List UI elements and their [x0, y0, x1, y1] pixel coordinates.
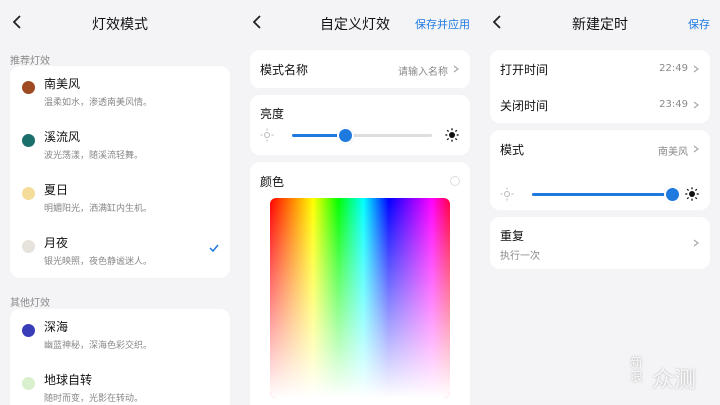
- color-dot-icon: [22, 377, 35, 390]
- repeat-label: 重复: [500, 229, 525, 243]
- mode-item[interactable]: 夏日 明媚阳光，洒满缸内生机。: [10, 172, 230, 225]
- mode-name: 夏日: [44, 183, 69, 197]
- color-dot-icon: [22, 187, 35, 200]
- page-title: 新建定时: [572, 17, 628, 33]
- mode-name: 深海: [44, 320, 69, 334]
- mode-name: 月夜: [44, 236, 69, 250]
- page-title: 自定义灯效: [320, 17, 390, 33]
- on-time-row[interactable]: 打开时间 22:49: [490, 50, 710, 86]
- color-dot-icon: [22, 134, 35, 147]
- mode-item[interactable]: 南美风 温柔如水，渗透南美风情。: [10, 66, 230, 119]
- off-time-value: 23:49: [659, 99, 688, 110]
- slider-fill: [532, 193, 672, 196]
- color-dot-icon: [22, 324, 35, 337]
- back-arrow-icon[interactable]: [8, 12, 28, 32]
- color-card: 颜色: [250, 162, 470, 405]
- mode-name-input[interactable]: 请输入名称: [398, 63, 448, 78]
- other-section-label: 其他灯效: [10, 298, 50, 309]
- repeat-row[interactable]: 重复 执行一次: [490, 217, 710, 269]
- watermark-brand: 新浪: [630, 356, 644, 385]
- brightness-card: 亮度: [250, 95, 470, 155]
- page-title: 灯效模式: [92, 17, 148, 33]
- color-label: 颜色: [260, 175, 285, 189]
- sun-dim-icon: [260, 128, 274, 142]
- mode-name: 地球自转: [44, 373, 93, 387]
- slider-knob[interactable]: [339, 129, 352, 142]
- sun-dim-icon: [500, 187, 514, 201]
- save-button[interactable]: 保存: [688, 16, 710, 32]
- mode-label: 模式: [500, 143, 525, 157]
- on-time-label: 打开时间: [500, 63, 549, 77]
- top-bar: 新建定时 保存: [480, 0, 720, 44]
- back-arrow-icon[interactable]: [488, 12, 508, 32]
- recommended-section-label: 推荐灯效: [10, 56, 50, 67]
- custom-light-panel: 自定义灯效 保存并应用 模式名称 请输入名称 亮度 颜色: [240, 0, 480, 405]
- recommended-list: 南美风 温柔如水，渗透南美风情。 溪流风 波光荡漾，随溪流轻舞。 夏日 明媚阳光…: [10, 66, 230, 278]
- mode-description: 明媚阳光，洒满缸内生机。: [44, 204, 153, 214]
- off-time-label: 关闭时间: [500, 99, 549, 113]
- new-timer-panel: 新建定时 保存 打开时间 22:49 关闭时间 23:49 模式 南美风 重复: [480, 0, 720, 405]
- top-bar: 自定义灯效 保存并应用: [240, 0, 480, 44]
- mode-card: 模式 南美风: [490, 130, 710, 210]
- on-time-value: 22:49: [659, 63, 688, 74]
- sun-bright-icon: [685, 187, 699, 201]
- sun-bright-icon: [445, 128, 459, 142]
- mode-description: 银光映照，夜色静谧迷人。: [44, 257, 153, 267]
- mode-item-selected[interactable]: 月夜 银光映照，夜色静谧迷人。: [10, 225, 230, 278]
- mode-description: 波光荡漾，随溪流轻舞。: [44, 151, 144, 161]
- mode-item[interactable]: 深海 幽蓝神秘，深海色彩交织。: [10, 309, 230, 362]
- chevron-right-icon: [693, 101, 699, 109]
- light-mode-panel: 灯效模式 推荐灯效 南美风 温柔如水，渗透南美风情。 溪流风 波光荡漾，随溪流轻…: [0, 0, 240, 405]
- chevron-right-icon: [453, 65, 459, 73]
- mode-value: 南美风: [658, 147, 688, 158]
- slider-knob[interactable]: [666, 188, 679, 201]
- mode-description: 温柔如水，渗透南美风情。: [44, 98, 153, 108]
- color-indicator-icon: [450, 176, 460, 186]
- time-card: 打开时间 22:49 关闭时间 23:49: [490, 50, 710, 123]
- repeat-value: 执行一次: [500, 251, 540, 262]
- color-dot-icon: [22, 81, 35, 94]
- mode-name: 溪流风: [44, 130, 81, 144]
- top-bar: 灯效模式: [0, 0, 240, 44]
- brightness-label: 亮度: [260, 107, 285, 121]
- chevron-right-icon: [693, 145, 699, 153]
- slider-fill: [292, 134, 345, 137]
- mode-item[interactable]: 地球自转 随时而变，光影在转动。: [10, 362, 230, 405]
- other-list: 深海 幽蓝神秘，深海色彩交织。 地球自转 随时而变，光影在转动。: [10, 309, 230, 405]
- back-arrow-icon[interactable]: [248, 12, 268, 32]
- chevron-right-icon: [693, 65, 699, 73]
- mode-name: 南美风: [44, 77, 81, 91]
- mode-description: 幽蓝神秘，深海色彩交织。: [44, 341, 153, 351]
- chevron-right-icon: [693, 239, 699, 247]
- watermark-text: 众测: [652, 368, 697, 393]
- mode-name-label: 模式名称: [260, 63, 309, 77]
- save-and-apply-button[interactable]: 保存并应用: [415, 16, 470, 32]
- color-picker[interactable]: [270, 198, 450, 398]
- mode-description: 随时而变，光影在转动。: [44, 394, 144, 404]
- off-time-row[interactable]: 关闭时间 23:49: [490, 86, 710, 123]
- color-dot-icon: [22, 240, 35, 253]
- mode-row[interactable]: 模式 南美风: [490, 130, 710, 166]
- mode-item[interactable]: 溪流风 波光荡漾，随溪流轻舞。: [10, 119, 230, 172]
- mode-name-row[interactable]: 模式名称 请输入名称: [250, 50, 470, 88]
- checkmark-icon: [209, 244, 219, 253]
